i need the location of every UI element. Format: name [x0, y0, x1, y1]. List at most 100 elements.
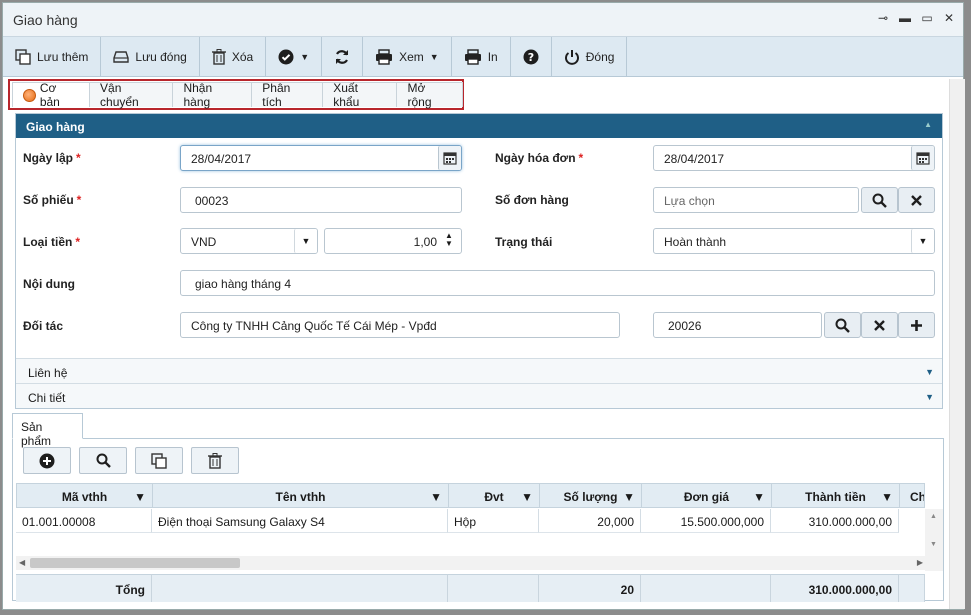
column-title: Thành tiền — [805, 490, 866, 504]
tab-nhan-hang[interactable]: Nhận hàng — [172, 81, 253, 109]
col-header-dvt[interactable]: Đvt ▼ — [448, 483, 539, 508]
window-scrollbar[interactable] — [949, 79, 965, 609]
so-don-hang-input[interactable]: Lựa chọn — [653, 187, 859, 213]
col-header-don-gia[interactable]: Đơn giá ▼ — [641, 483, 771, 508]
calendar-button[interactable] — [438, 146, 461, 170]
ngay-hoa-don-input[interactable]: 28/04/2017 — [653, 145, 935, 171]
calendar-button[interactable] — [911, 146, 934, 170]
close-label: Đóng — [585, 50, 615, 64]
footer-cell — [899, 574, 925, 602]
copy-icon — [151, 452, 167, 469]
tab-phan-tich[interactable]: Phân tích — [251, 81, 324, 109]
filter-icon[interactable]: ▼ — [521, 490, 533, 504]
trang-thai-label: Trạng thái — [495, 235, 553, 249]
tab-label: Cơ bản — [39, 81, 60, 109]
scroll-left-icon[interactable]: ◀ — [19, 558, 25, 567]
col-header-thanh-tien[interactable]: Thành tiền ▼ — [771, 483, 899, 508]
add-row-button[interactable] — [23, 447, 71, 474]
doi-tac-code-input[interactable]: 20026 — [653, 312, 822, 338]
scroll-right-icon[interactable]: ▶ — [917, 558, 923, 567]
ngay-lap-label: Ngày lập * — [23, 151, 81, 165]
maximize-icon[interactable]: ▭ — [921, 12, 933, 24]
view-dropdown-button[interactable]: Xem ▼ — [363, 37, 452, 77]
cell-dvt[interactable]: Hộp — [448, 509, 539, 533]
approve-dropdown-button[interactable]: ▼ — [266, 37, 323, 77]
doi-tac-name-input[interactable]: Công ty TNHH Cảng Quốc Tế Cái Mép - Vpđd — [180, 312, 620, 338]
cell-thanh-tien[interactable]: 310.000.000,00 — [771, 509, 899, 533]
toolbar: Lưu thêm Lưu đóng Xóa ▼ Xem ▼ In ? Đóng — [3, 37, 963, 77]
search-button[interactable] — [824, 312, 861, 338]
collapse-up-icon[interactable]: ▲ — [924, 120, 932, 129]
ngay-lap-input[interactable]: 28/04/2017 — [180, 145, 462, 171]
add-button[interactable] — [898, 312, 935, 338]
trash-icon — [208, 452, 222, 469]
noi-dung-input[interactable]: giao hàng tháng 4 — [180, 270, 935, 296]
refresh-icon — [336, 50, 349, 64]
horizontal-scrollbar[interactable]: ◀ ▶ — [16, 556, 926, 570]
caret-down-icon: ▼ — [300, 52, 310, 62]
form-tabs: Cơ bản Vận chuyển Nhận hàng Phân tích Xu… — [8, 79, 464, 110]
filter-icon[interactable]: ▼ — [623, 490, 635, 504]
close-icon[interactable]: ✕ — [943, 12, 955, 24]
scroll-up-icon[interactable]: ▲ — [930, 513, 937, 520]
col-header-partial[interactable]: Ch — [899, 483, 925, 508]
tab-van-chuyen[interactable]: Vận chuyển — [89, 81, 174, 109]
print-button[interactable]: In — [452, 37, 511, 77]
trang-thai-select[interactable]: Hoàn thành — [653, 228, 935, 254]
minimize-icon[interactable]: ▬ — [899, 12, 911, 24]
tab-san-pham[interactable]: Sản phẩm — [12, 413, 83, 448]
vertical-scrollbar[interactable]: ▲ ▼ — [925, 509, 943, 571]
search-icon — [96, 453, 111, 468]
view-label: Xem — [399, 50, 424, 64]
filter-icon[interactable]: ▼ — [881, 490, 893, 504]
printer-icon — [376, 49, 393, 65]
accordion-label: Liên hệ — [28, 366, 68, 380]
spinner-icon[interactable]: ▲ ▼ — [445, 232, 453, 248]
copy-row-button[interactable] — [135, 447, 183, 474]
delete-row-button[interactable] — [191, 447, 239, 474]
scroll-thumb[interactable] — [30, 558, 240, 568]
dropdown-button[interactable]: ▼ — [294, 229, 317, 253]
refresh-button[interactable] — [322, 37, 364, 77]
caret-down-icon: ▼ — [429, 52, 439, 62]
delete-button[interactable]: Xóa — [200, 37, 267, 77]
tab-mo-rong[interactable]: Mở rộng — [396, 81, 463, 109]
tab-xuat-khau[interactable]: Xuất khẩu — [322, 81, 398, 109]
calendar-icon — [916, 152, 930, 165]
general-panel: Giao hàng ▲ Ngày lập * 28/04/2017 Ngày hóa… — [15, 113, 943, 409]
cell-so-luong[interactable]: 20,000 — [539, 509, 641, 533]
col-header-ten-vthh[interactable]: Tên vthh ▼ — [152, 483, 448, 508]
close-button[interactable]: Đóng — [552, 37, 628, 77]
cell-don-gia[interactable]: 15.500.000,000 — [641, 509, 771, 533]
tab-co-ban[interactable]: Cơ bản — [12, 81, 91, 109]
plus-circle-icon — [39, 453, 55, 468]
cell-ten-vthh[interactable]: Điện thoại Samsung Galaxy S4 — [152, 509, 448, 533]
save-close-button[interactable]: Lưu đóng — [101, 37, 200, 77]
cell-ma-vthh[interactable]: 01.001.00008 — [16, 509, 152, 533]
dropdown-button[interactable]: ▼ — [911, 229, 934, 253]
search-row-button[interactable] — [79, 447, 127, 474]
scroll-down-icon[interactable]: ▼ — [930, 541, 937, 548]
accordion-label: Chi tiết — [28, 391, 66, 405]
col-header-so-luong[interactable]: Số lượng ▼ — [539, 483, 641, 508]
footer-cell — [152, 574, 448, 602]
so-phieu-input[interactable]: 00023 — [180, 187, 462, 213]
column-title: Đơn giá — [683, 490, 730, 504]
copy-icon — [15, 49, 31, 65]
help-button[interactable]: ? — [511, 37, 552, 77]
close-icon — [911, 194, 922, 206]
search-button[interactable] — [861, 187, 898, 213]
delete-label: Xóa — [231, 50, 254, 64]
filter-icon[interactable]: ▼ — [134, 490, 146, 504]
pin-icon[interactable]: ⊸ — [877, 12, 889, 24]
clear-button[interactable] — [898, 187, 935, 213]
ty-gia-input[interactable]: 1,00 — [324, 228, 462, 254]
accordion-lien-he[interactable]: Liên hệ ▼ — [16, 358, 942, 383]
save-new-button[interactable]: Lưu thêm — [3, 37, 102, 77]
filter-icon[interactable]: ▼ — [430, 490, 442, 504]
filter-icon[interactable]: ▼ — [753, 490, 765, 504]
col-header-ma-vthh[interactable]: Mã vthh ▼ — [16, 483, 152, 508]
accordion-chi-tiet[interactable]: Chi tiết ▼ — [16, 383, 942, 408]
section-header[interactable]: Giao hàng ▲ — [16, 114, 942, 138]
clear-button[interactable] — [861, 312, 898, 338]
